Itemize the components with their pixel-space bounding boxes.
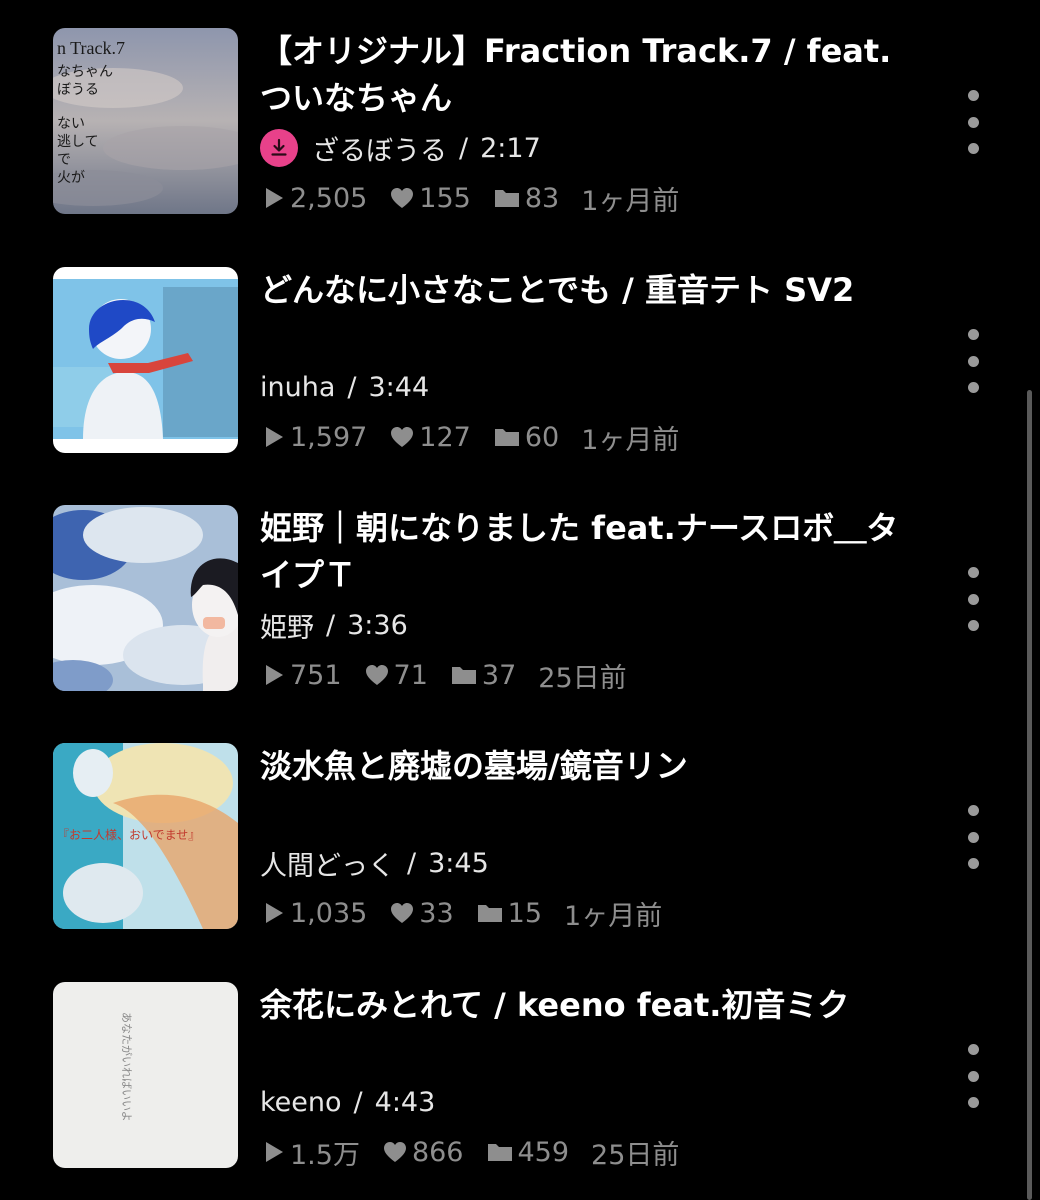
folder-icon: [477, 905, 502, 922]
mylist-count: 60: [493, 422, 559, 453]
video-item[interactable]: あなたがいればいいよ 余花にみとれて / keeno feat.初音ミク kee…: [0, 982, 1000, 1182]
heart-icon: [391, 427, 414, 447]
heart-icon: [383, 1142, 406, 1162]
play-icon: [266, 188, 283, 208]
folder-icon: [487, 1144, 512, 1161]
mylist-count: 15: [476, 898, 542, 929]
author-row: keeno / 4:43: [260, 1082, 435, 1122]
scrollbar[interactable]: [1027, 390, 1032, 1200]
more-icon[interactable]: [955, 90, 991, 154]
thumb-text: 火が: [57, 170, 85, 186]
video-thumbnail[interactable]: n Track.7 なちゃん ぼうる ない 逃して で 火が: [53, 28, 238, 214]
posted-date: 1ヶ月前: [581, 424, 680, 456]
thumb-text: あなたがいればいいよ: [120, 1012, 134, 1122]
author-row: inuha / 3:44: [260, 367, 429, 407]
separator: /: [353, 1086, 363, 1118]
video-item[interactable]: どんなに小さなことでも / 重音テト SV2 inuha / 3:44 1,59…: [0, 267, 1000, 467]
folder-icon: [494, 429, 519, 446]
video-item[interactable]: n Track.7 なちゃん ぼうる ない 逃して で 火が 【オリジナル】Fr…: [0, 28, 1000, 228]
video-item[interactable]: 『お二人様、おいでませ』 淡水魚と廃墟の墓場/鏡音リン 人間どっく / 3:45…: [0, 743, 1000, 943]
author-row: 人間どっく / 3:45: [260, 843, 489, 883]
stats-row: 1.5万 866 459 25日前: [262, 1132, 701, 1172]
separator: /: [459, 132, 469, 164]
thumb-text: ない: [57, 116, 85, 132]
stats-row: 1,597 127 60 1ヶ月前: [262, 417, 701, 457]
duration: 4:43: [374, 1086, 436, 1118]
view-count: 1,597: [262, 422, 367, 453]
author-name[interactable]: keeno: [260, 1087, 342, 1118]
heart-icon: [365, 665, 388, 685]
view-count: 2,505: [262, 183, 367, 214]
separator: /: [407, 847, 417, 879]
thumb-text: ぼうる: [57, 82, 99, 98]
video-thumbnail[interactable]: [53, 505, 238, 691]
video-title[interactable]: 姫野｜朝になりました feat.ナースロボ＿タイプＴ: [260, 505, 920, 599]
posted-date: 1ヶ月前: [564, 900, 663, 932]
more-icon[interactable]: [955, 805, 991, 869]
author-name[interactable]: 人間どっく: [260, 844, 395, 883]
play-icon: [266, 665, 283, 685]
duration: 2:17: [480, 132, 541, 164]
separator: /: [326, 609, 336, 641]
like-count: 33: [389, 898, 454, 929]
author-name[interactable]: ざるぼうる: [312, 129, 447, 168]
play-icon: [266, 903, 283, 923]
stats-row: 1,035 33 15 1ヶ月前: [262, 893, 684, 933]
duration: 3:45: [428, 847, 489, 879]
more-icon[interactable]: [955, 567, 991, 631]
view-count: 1.5万: [262, 1133, 360, 1172]
stats-row: 751 71 37 25日前: [262, 655, 649, 695]
video-thumbnail[interactable]: [53, 267, 238, 453]
author-name[interactable]: inuha: [260, 372, 335, 403]
thumb-text: なちゃん: [57, 64, 113, 80]
download-icon: [260, 129, 298, 167]
stats-row: 2,505 155 83 1ヶ月前: [262, 178, 701, 218]
video-title[interactable]: どんなに小さなことでも / 重音テト SV2: [260, 267, 920, 314]
author-row: ざるぼうる / 2:17: [260, 128, 541, 168]
separator: /: [347, 371, 357, 403]
video-title[interactable]: 余花にみとれて / keeno feat.初音ミク: [260, 982, 920, 1029]
play-icon: [266, 1142, 283, 1162]
posted-date: 1ヶ月前: [581, 185, 680, 217]
view-count: 751: [262, 660, 342, 691]
thumb-text: で: [57, 152, 71, 168]
view-count: 1,035: [262, 898, 367, 929]
thumb-text: 逃して: [57, 134, 99, 150]
like-count: 71: [364, 660, 428, 691]
video-thumbnail[interactable]: あなたがいればいいよ: [53, 982, 238, 1168]
video-title[interactable]: 【オリジナル】Fraction Track.7 / feat.ついなちゃん: [260, 28, 920, 122]
more-icon[interactable]: [955, 329, 991, 393]
thumb-text: n Track.7: [57, 38, 125, 58]
like-count: 866: [382, 1137, 464, 1168]
author-row: 姫野 / 3:36: [260, 605, 408, 645]
like-count: 127: [389, 422, 471, 453]
duration: 3:44: [368, 371, 430, 403]
folder-icon: [451, 667, 476, 684]
posted-date: 25日前: [591, 1139, 680, 1171]
play-icon: [266, 427, 283, 447]
mylist-count: 83: [493, 183, 559, 214]
heart-icon: [391, 188, 414, 208]
video-title[interactable]: 淡水魚と廃墟の墓場/鏡音リン: [260, 743, 920, 790]
like-count: 155: [389, 183, 471, 214]
video-item[interactable]: 姫野｜朝になりました feat.ナースロボ＿タイプＴ 姫野 / 3:36 751…: [0, 505, 1000, 705]
video-list: n Track.7 なちゃん ぼうる ない 逃して で 火が 【オリジナル】Fr…: [0, 0, 1040, 1200]
heart-icon: [391, 903, 414, 923]
thumb-text: 『お二人様、おいでませ』: [57, 828, 200, 842]
mylist-count: 37: [450, 660, 516, 691]
more-icon[interactable]: [955, 1044, 991, 1108]
author-name[interactable]: 姫野: [260, 606, 314, 645]
mylist-count: 459: [486, 1137, 569, 1168]
folder-icon: [494, 190, 519, 207]
video-thumbnail[interactable]: 『お二人様、おいでませ』: [53, 743, 238, 929]
duration: 3:36: [347, 609, 408, 641]
posted-date: 25日前: [538, 662, 627, 694]
